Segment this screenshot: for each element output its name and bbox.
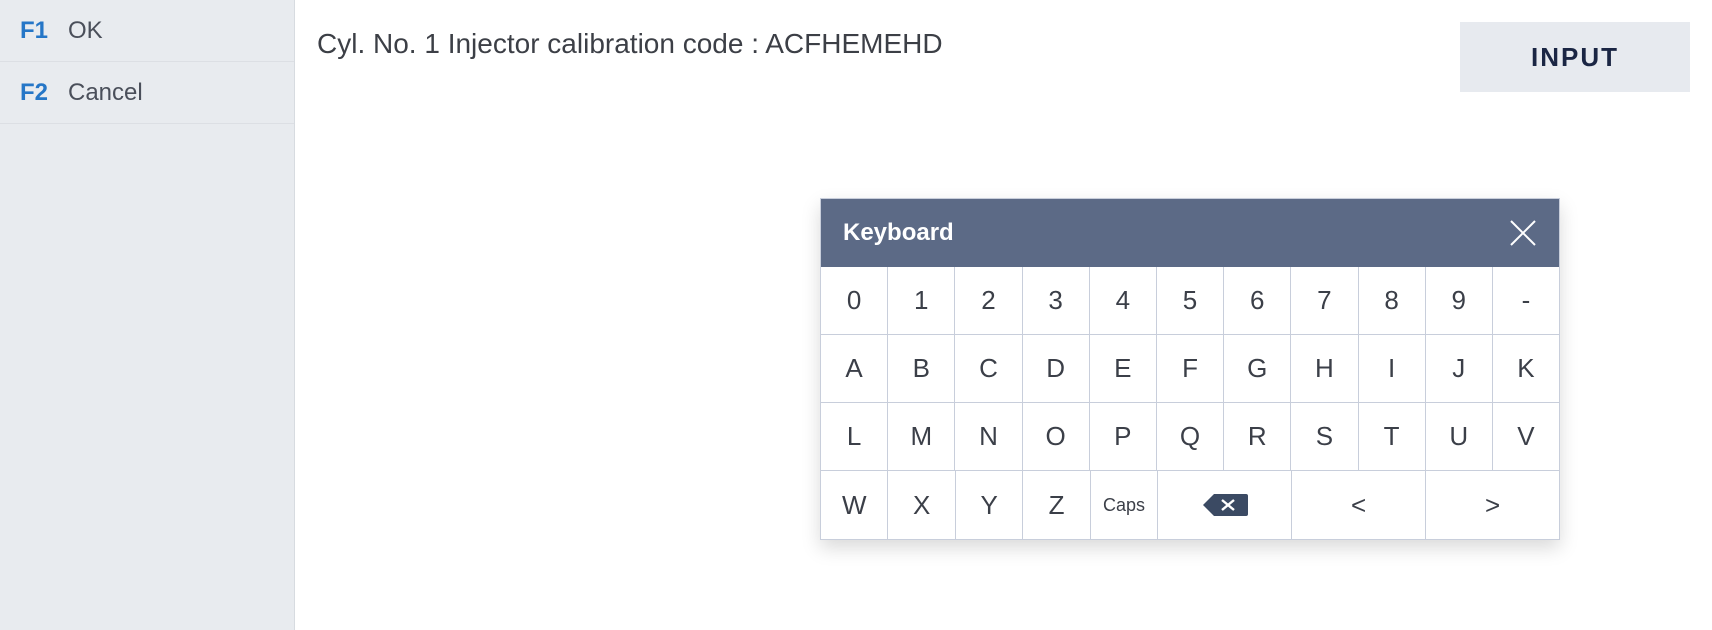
calibration-prompt: Cyl. No. 1 Injector calibration code : A… [317,22,943,60]
key-n[interactable]: N [955,403,1022,471]
key-c[interactable]: C [955,335,1022,403]
keyboard-row: 0 1 2 3 4 5 6 7 8 9 - [821,267,1559,335]
sidebar-item-ok[interactable]: F1 OK [0,0,294,62]
key-y[interactable]: Y [956,471,1023,539]
key-e[interactable]: E [1090,335,1157,403]
input-button[interactable]: INPUT [1460,22,1690,92]
onscreen-keyboard: Keyboard 0 1 2 3 4 5 6 7 8 9 - A B [820,198,1560,540]
key-9[interactable]: 9 [1426,267,1493,335]
keyboard-grid: 0 1 2 3 4 5 6 7 8 9 - A B C D E F G H [821,267,1559,539]
key-p[interactable]: P [1090,403,1157,471]
key-5[interactable]: 5 [1157,267,1224,335]
key-k[interactable]: K [1493,335,1559,403]
key-7[interactable]: 7 [1291,267,1358,335]
key-i[interactable]: I [1359,335,1426,403]
key-1[interactable]: 1 [888,267,955,335]
key-q[interactable]: Q [1157,403,1224,471]
key-x[interactable]: X [888,471,955,539]
key-4[interactable]: 4 [1090,267,1157,335]
key-a[interactable]: A [821,335,888,403]
key-left-arrow[interactable]: < [1292,471,1426,539]
keyboard-row: L M N O P Q R S T U V [821,403,1559,471]
key-s[interactable]: S [1291,403,1358,471]
key-v[interactable]: V [1493,403,1559,471]
key-backspace[interactable] [1158,471,1292,539]
key-t[interactable]: T [1359,403,1426,471]
key-z[interactable]: Z [1023,471,1090,539]
sidebar-item-cancel[interactable]: F2 Cancel [0,62,294,124]
key-o[interactable]: O [1023,403,1090,471]
key-u[interactable]: U [1426,403,1493,471]
sidebar: F1 OK F2 Cancel [0,0,295,630]
key-g[interactable]: G [1224,335,1291,403]
sidebar-key: F2 [20,79,50,107]
key-d[interactable]: D [1023,335,1090,403]
key-h[interactable]: H [1291,335,1358,403]
key-l[interactable]: L [821,403,888,471]
topbar: Cyl. No. 1 Injector calibration code : A… [295,0,1712,92]
key-2[interactable]: 2 [955,267,1022,335]
key-8[interactable]: 8 [1359,267,1426,335]
keyboard-header: Keyboard [821,199,1559,267]
key-caps[interactable]: Caps [1091,471,1158,539]
key-dash[interactable]: - [1493,267,1559,335]
key-b[interactable]: B [888,335,955,403]
main-panel: Cyl. No. 1 Injector calibration code : A… [295,0,1712,630]
key-right-arrow[interactable]: > [1426,471,1559,539]
key-0[interactable]: 0 [821,267,888,335]
sidebar-key: F1 [20,17,50,45]
key-j[interactable]: J [1426,335,1493,403]
keyboard-title: Keyboard [843,219,954,247]
backspace-icon [1202,492,1248,518]
keyboard-row: W X Y Z Caps < > [821,471,1559,539]
close-icon[interactable] [1505,215,1541,251]
keyboard-row: A B C D E F G H I J K [821,335,1559,403]
key-3[interactable]: 3 [1023,267,1090,335]
key-6[interactable]: 6 [1224,267,1291,335]
key-r[interactable]: R [1224,403,1291,471]
key-f[interactable]: F [1157,335,1224,403]
sidebar-item-label: Cancel [68,79,143,107]
key-w[interactable]: W [821,471,888,539]
sidebar-item-label: OK [68,17,103,45]
key-m[interactable]: M [888,403,955,471]
